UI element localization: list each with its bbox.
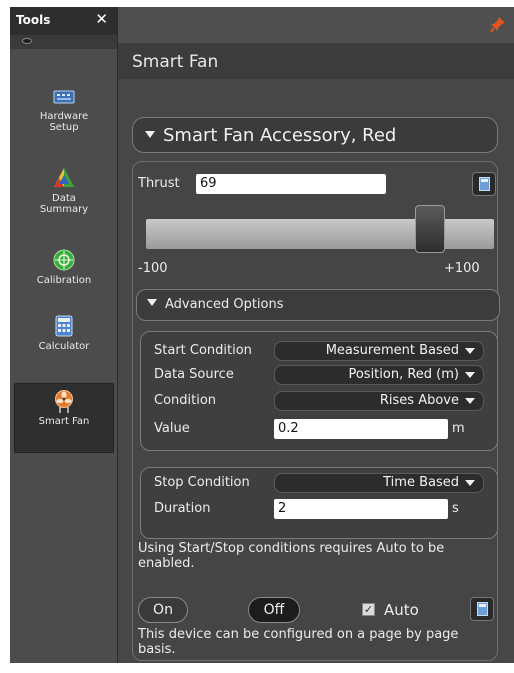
tool-data-summary[interactable]: Data Summary <box>14 167 114 215</box>
advanced-options-title: Advanced Options <box>147 297 284 312</box>
thrust-input[interactable]: 69 <box>196 174 386 194</box>
tool-label: Calibration <box>36 275 92 286</box>
calculator-button[interactable] <box>472 172 496 196</box>
duration-label: Duration <box>154 501 211 516</box>
chevron-down-icon <box>465 348 475 354</box>
accessory-label: Smart Fan Accessory, Red <box>163 125 397 146</box>
page-title: Smart Fan <box>132 52 219 72</box>
stop-condition-label: Stop Condition <box>154 475 250 490</box>
tool-label: Smart Fan <box>38 416 90 427</box>
chevron-down-icon <box>147 299 157 306</box>
smart-fan-panel: Smart Fan Smart Fan Accessory, Red Thrus… <box>118 7 514 663</box>
condition-select[interactable]: Rises Above <box>274 391 484 411</box>
accessory-title: Smart Fan Accessory, Red <box>145 125 396 146</box>
tool-calculator[interactable]: Calculator <box>14 315 114 352</box>
advanced-options-header[interactable]: Advanced Options <box>136 289 500 321</box>
pin-icon[interactable] <box>490 16 506 38</box>
hardware-setup-icon <box>53 85 75 107</box>
chevron-down-icon <box>465 398 475 404</box>
tools-title: Tools <box>16 13 51 27</box>
auto-checkbox[interactable]: ✓ <box>362 603 375 616</box>
calculator-icon <box>477 602 488 616</box>
accessory-header[interactable]: Smart Fan Accessory, Red <box>132 117 498 153</box>
tool-label: Data Summary <box>39 193 89 215</box>
tools-header: Tools ✕ <box>10 7 117 35</box>
tool-calibration[interactable]: Calibration <box>14 249 114 286</box>
data-summary-icon <box>53 167 75 189</box>
chevron-down-icon <box>465 372 475 378</box>
data-source-label: Data Source <box>154 367 234 382</box>
slider-max-label: +100 <box>444 261 480 276</box>
advanced-options-label: Advanced Options <box>165 297 284 312</box>
calculator-icon <box>479 177 490 191</box>
auto-requirement-note: Using Start/Stop conditions requires Aut… <box>138 541 445 571</box>
calculator-icon <box>53 315 75 337</box>
calculator-button[interactable] <box>470 597 494 621</box>
off-button[interactable]: Off <box>248 597 300 623</box>
data-source-value: Position, Red (m) <box>348 367 459 382</box>
on-button[interactable]: On <box>138 597 188 623</box>
calibration-icon <box>53 249 75 271</box>
tool-label: Calculator <box>38 341 90 352</box>
data-source-select[interactable]: Position, Red (m) <box>274 365 484 385</box>
page-config-note: This device can be configured on a page … <box>138 627 459 657</box>
tools-panel: Tools ✕ Hardware Setup Data Summary Cali… <box>10 7 118 663</box>
start-condition-label: Start Condition <box>154 343 252 358</box>
value-input[interactable]: 0.2 <box>274 419 448 439</box>
close-icon[interactable]: ✕ <box>95 10 108 28</box>
start-condition-select[interactable]: Measurement Based <box>274 341 484 361</box>
panel-topbar <box>118 7 514 43</box>
tool-label: Hardware Setup <box>39 111 89 133</box>
smart-fan-icon <box>53 390 75 413</box>
value-label: Value <box>154 421 190 436</box>
start-condition-value: Measurement Based <box>325 343 459 358</box>
stop-condition-value: Time Based <box>383 475 459 490</box>
slider-min-label: -100 <box>138 261 168 276</box>
auto-label: Auto <box>384 601 419 619</box>
thrust-slider-handle[interactable] <box>414 205 445 253</box>
condition-label: Condition <box>154 393 217 408</box>
condition-value: Rises Above <box>379 393 459 408</box>
tool-smart-fan[interactable]: Smart Fan <box>14 383 114 453</box>
stop-condition-select[interactable]: Time Based <box>274 473 484 493</box>
chevron-down-icon <box>145 130 155 138</box>
eye-icon[interactable] <box>22 38 32 44</box>
duration-unit: s <box>452 501 459 516</box>
thrust-label: Thrust <box>138 176 180 191</box>
tool-hardware-setup[interactable]: Hardware Setup <box>14 85 114 133</box>
chevron-down-icon <box>465 480 475 486</box>
value-unit: m <box>452 421 465 436</box>
duration-input[interactable]: 2 <box>274 499 448 519</box>
tools-toggle-row <box>10 35 117 49</box>
